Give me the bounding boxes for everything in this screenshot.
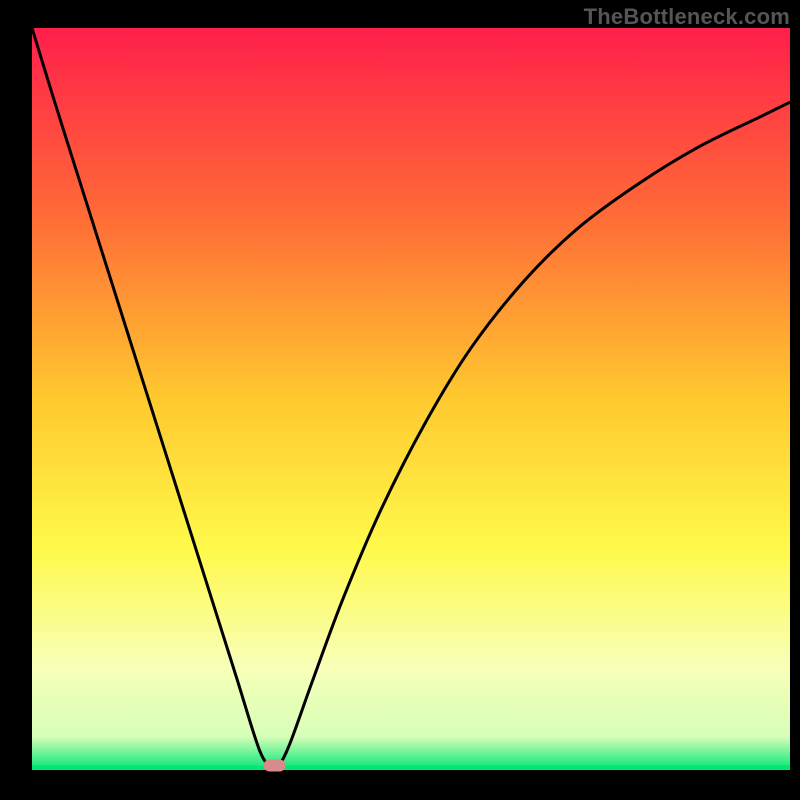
green-baseline-band [32,766,790,770]
watermark-text: TheBottleneck.com [584,4,790,30]
minimum-marker [264,760,286,772]
chart-frame: TheBottleneck.com [0,0,800,800]
chart-svg [0,0,800,800]
plot-background [32,28,790,770]
